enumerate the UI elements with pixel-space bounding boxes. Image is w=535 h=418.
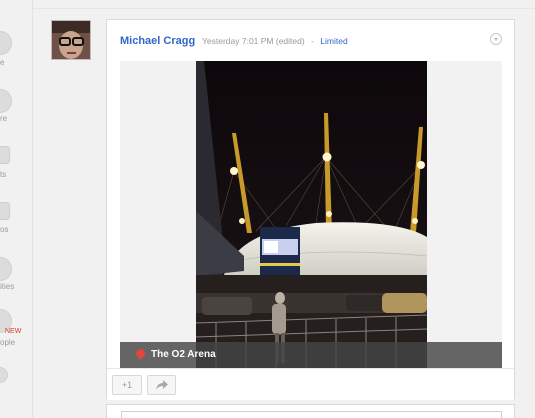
avatar-image	[52, 21, 90, 59]
post-meta: Yesterday 7:01 PM (edited) - Limited	[202, 36, 348, 46]
share-icon	[156, 380, 168, 390]
nav-item-label: ople	[0, 338, 16, 347]
stream-icon	[0, 31, 12, 55]
nav-item-label: ities	[0, 282, 15, 291]
nav-item-posts[interactable]: ts	[0, 143, 33, 183]
map-pin-icon	[134, 347, 147, 360]
plus-one-button[interactable]: +1	[112, 375, 142, 395]
communities-icon	[0, 257, 12, 281]
visibility-link[interactable]: Limited	[320, 36, 347, 46]
nav-item-more[interactable]	[0, 365, 33, 405]
meta-separator: -	[311, 36, 314, 46]
nav-item-communities[interactable]: ities	[0, 255, 33, 295]
post-actions: +1	[107, 368, 514, 400]
photos-icon	[0, 202, 10, 220]
nav-item-explore[interactable]: re	[0, 86, 33, 126]
posts-icon	[0, 146, 10, 164]
divider	[33, 8, 535, 9]
new-badge: NEW	[5, 328, 22, 335]
post-header: Michael Cragg Yesterday 7:01 PM (edited)…	[107, 20, 514, 61]
explore-icon	[0, 89, 12, 113]
nav-item-label: re	[0, 114, 8, 123]
left-navigation: e re ts os ities NEW ople	[0, 0, 33, 418]
author-name[interactable]: Michael Cragg	[120, 35, 195, 47]
share-button[interactable]	[147, 375, 176, 395]
location-bar[interactable]: The O2 Arena	[120, 342, 502, 368]
more-icon	[0, 367, 8, 383]
post-photo[interactable]	[196, 61, 427, 368]
chevron-down-icon[interactable]	[490, 33, 502, 45]
location-name[interactable]: The O2 Arena	[151, 349, 216, 360]
post-card: Michael Cragg Yesterday 7:01 PM (edited)…	[106, 19, 515, 400]
nav-item-label: e	[0, 58, 5, 67]
avatar[interactable]	[51, 20, 91, 60]
o2-arena-photo	[196, 61, 427, 368]
nav-item-people[interactable]: NEW ople	[0, 307, 33, 347]
comment-input[interactable]	[121, 411, 502, 418]
nav-item-label: os	[0, 225, 9, 234]
post-timestamp[interactable]: Yesterday 7:01 PM (edited)	[202, 36, 305, 46]
nav-item-label: ts	[0, 170, 7, 179]
comment-card	[106, 404, 515, 418]
nav-item-photos[interactable]: os	[0, 199, 33, 239]
nav-item-stream[interactable]: e	[0, 28, 33, 68]
